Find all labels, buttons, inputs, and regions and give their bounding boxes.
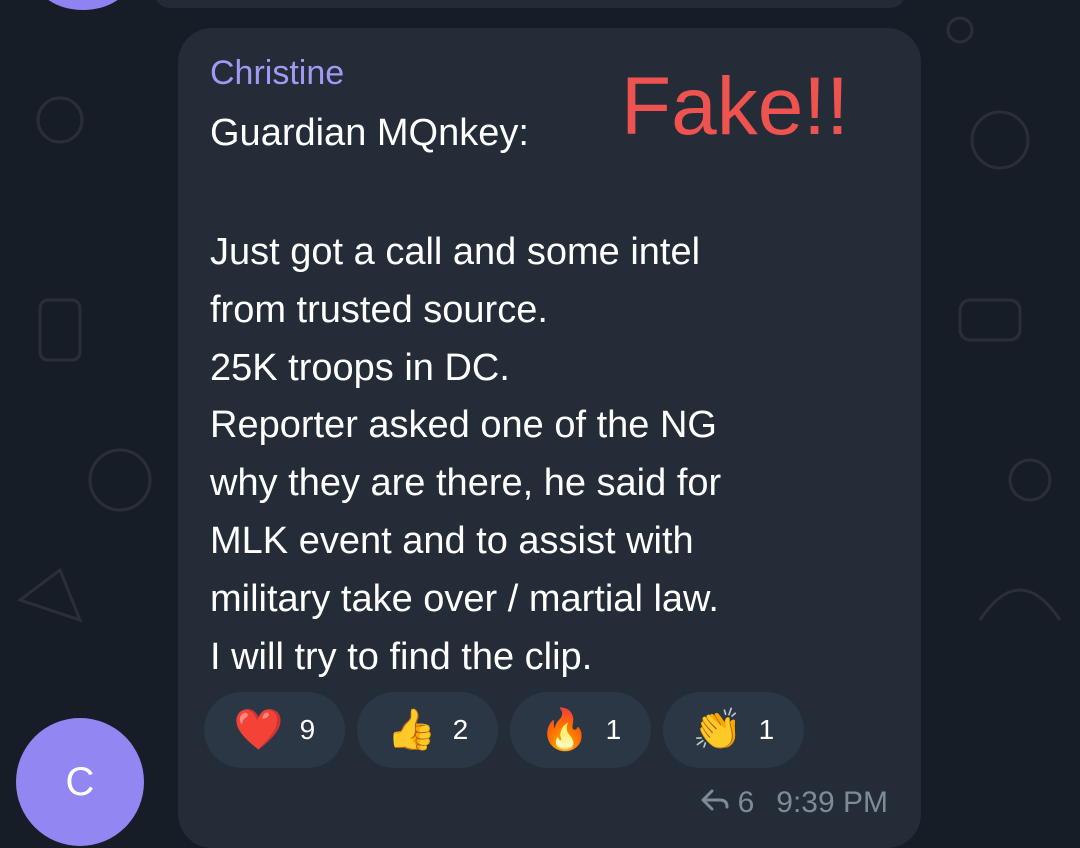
reply-count[interactable]: 6 <box>738 786 755 820</box>
clapping-hands-icon: 👏 <box>692 708 743 752</box>
reaction-count: 2 <box>452 714 469 745</box>
message-line: 25K troops in DC. <box>210 346 510 389</box>
reaction-count: 1 <box>605 714 622 745</box>
avatar-initial: C <box>65 759 95 804</box>
message-line: why they are there, he said for <box>210 462 722 505</box>
reply-arrow-icon[interactable] <box>700 786 730 820</box>
fire-icon: 🔥 <box>539 708 590 752</box>
previous-message-bubble[interactable] <box>154 0 906 8</box>
reaction-heart-button[interactable]: ❤️ 9 <box>204 692 345 768</box>
message-text: Just got a call and some intel from trus… <box>210 224 900 686</box>
reaction-count: 9 <box>299 714 316 745</box>
reaction-clap-button[interactable]: 👏 1 <box>663 692 804 768</box>
sender-name[interactable]: Christine <box>210 54 344 93</box>
reaction-count: 1 <box>758 714 775 745</box>
message-line: Reporter asked one of the NG <box>210 404 717 447</box>
message-line: military take over / martial law. <box>210 577 719 620</box>
reaction-thumbs-up-button[interactable]: 👍 2 <box>357 692 498 768</box>
thumbs-up-icon: 👍 <box>386 708 437 752</box>
message-line: I will try to find the clip. <box>210 635 593 678</box>
reactions-row: ❤️ 9 👍 2 🔥 1 👏 1 <box>204 692 804 768</box>
sender-avatar[interactable]: C <box>16 718 144 846</box>
reaction-fire-button[interactable]: 🔥 1 <box>510 692 651 768</box>
red-heart-icon: ❤️ <box>233 708 284 752</box>
message-line: MLK event and to assist with <box>210 519 694 562</box>
forwarded-author-prefix: Guardian MQnkey: <box>210 112 529 154</box>
fake-annotation-text: Fake!! <box>621 61 849 152</box>
message-line: from trusted source. <box>210 288 548 331</box>
message-time: 9:39 PM <box>776 786 888 819</box>
message-meta: 6 9:39 PM <box>700 786 888 820</box>
message-line: Just got a call and some intel <box>210 231 701 273</box>
